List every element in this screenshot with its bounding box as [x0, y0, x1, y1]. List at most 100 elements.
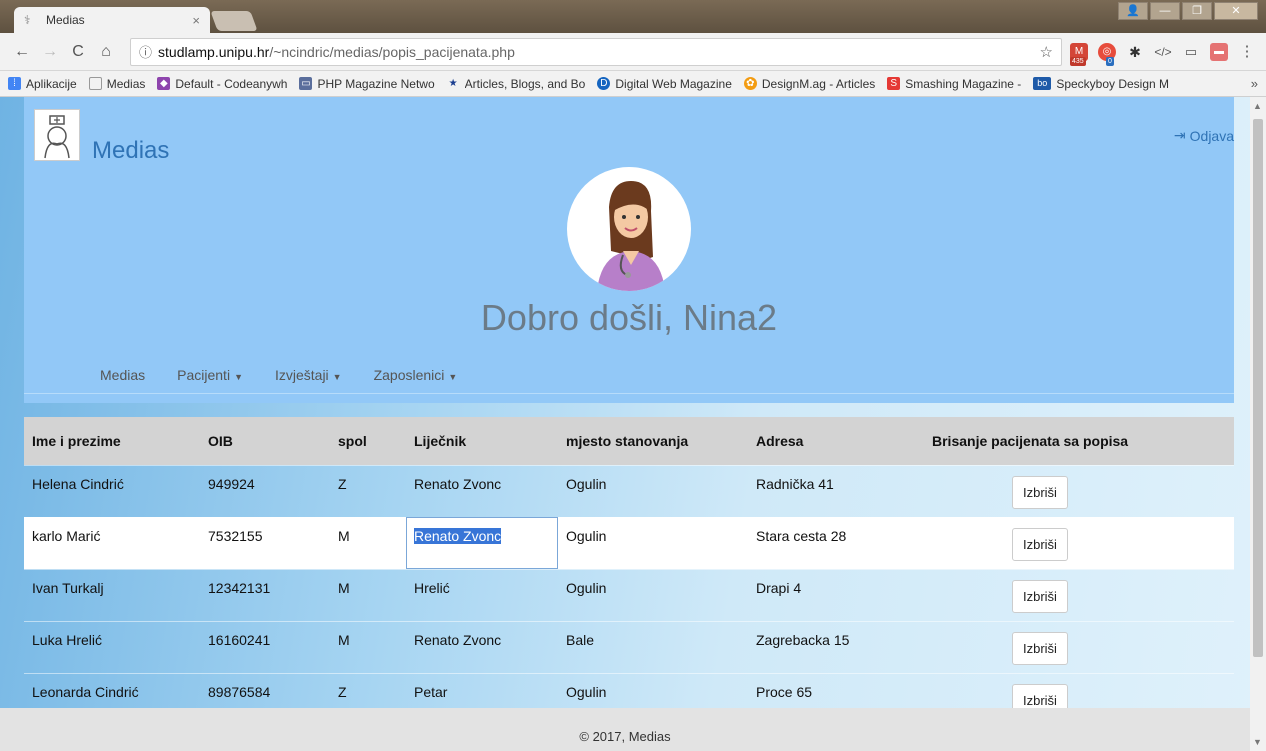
bookmark-articles[interactable]: ★ Articles, Blogs, and Bo	[447, 77, 586, 91]
col-adresa: Adresa	[748, 417, 924, 465]
cell-delete: Izbriši	[924, 464, 1234, 517]
bookmark-php-magazine[interactable]: ▭ PHP Magazine Netwo	[299, 77, 435, 91]
logout-link[interactable]: ⇥ Odjava	[1174, 127, 1234, 144]
pdf-extension-icon[interactable]: ▬	[1210, 42, 1228, 61]
header-divider	[24, 393, 1234, 394]
nav-medias[interactable]: Medias	[100, 367, 145, 383]
cell-spol[interactable]: M	[330, 568, 406, 621]
bookmark-digital-web[interactable]: D Digital Web Magazine	[597, 77, 732, 91]
site-header: Medias ⇥ Odjava Dobro došli, Nina2 Media…	[24, 97, 1234, 403]
page-footer: © 2017, Medias	[0, 708, 1250, 751]
bookmark-codeanywhere[interactable]: ◆ Default - Codeanywh	[157, 77, 287, 91]
cell-delete: Izbriši	[924, 516, 1234, 569]
cell-lijecnik[interactable]: Renato Zvonc	[406, 464, 558, 517]
star-icon: ★	[448, 78, 458, 89]
cell-name[interactable]: Luka Hrelić	[24, 620, 200, 673]
nurse-favicon-icon: ⚕	[24, 13, 31, 27]
page-scrollbar[interactable]: ▲ ▼	[1250, 97, 1266, 751]
php-icon: ▭	[299, 77, 313, 90]
cell-adresa[interactable]: Drapi 4	[748, 568, 924, 621]
caret-down-icon: ▼	[332, 372, 342, 382]
gmail-extension-icon[interactable]: M 435	[1070, 42, 1088, 66]
cell-oib[interactable]: 12342131	[200, 568, 330, 621]
tab-title: Medias	[46, 13, 85, 27]
browser-tab[interactable]: ⚕ Medias ×	[14, 7, 210, 33]
forward-icon[interactable]: →	[38, 43, 62, 61]
minimize-icon[interactable]: —	[1150, 2, 1180, 20]
cell-spol[interactable]: Z	[330, 464, 406, 517]
cell-mjesto[interactable]: Ogulin	[558, 464, 748, 517]
cell-adresa[interactable]: Radnička 41	[748, 464, 924, 517]
cell-lijecnik[interactable]: Renato Zvonc	[406, 620, 558, 673]
bookmark-speckyboy[interactable]: bo Speckyboy Design M	[1033, 77, 1169, 91]
bookmarks-bar: ⁞ Aplikacije Medias ◆ Default - Codeanywh …	[0, 71, 1266, 97]
cell-spol[interactable]: M	[330, 620, 406, 673]
table-row: Helena Cindrić 949924 Z Renato Zvonc Ogu…	[24, 464, 1234, 517]
smashing-icon: S	[887, 77, 901, 90]
bookmark-medias[interactable]: Medias	[88, 77, 145, 91]
bookmark-aplikacije[interactable]: ⁞ Aplikacije	[8, 77, 77, 91]
cell-oib[interactable]: 7532155	[200, 516, 330, 569]
flower-icon: ✿	[743, 77, 757, 90]
logout-icon: ⇥	[1173, 127, 1186, 143]
url-path: /~ncindric/medias/popis_pacijenata.php	[269, 43, 515, 60]
col-oib: OIB	[200, 417, 330, 465]
nav-izvjestaji[interactable]: Izvještaji ▼	[275, 367, 342, 383]
site-brand[interactable]: Medias	[92, 137, 169, 165]
ext-target-icon[interactable]: ◎ 0	[1098, 42, 1116, 66]
bookmark-star-icon[interactable]: ☆	[1040, 43, 1053, 61]
caret-down-icon: ▼	[234, 372, 243, 382]
back-icon[interactable]: ←	[10, 43, 34, 61]
page-icon	[88, 77, 102, 90]
bookmarks-more-icon[interactable]: »	[1251, 76, 1258, 91]
cell-adresa[interactable]: Stara cesta 28	[748, 516, 924, 569]
delete-button[interactable]: Izbriši	[1012, 631, 1068, 665]
scrollbar-thumb[interactable]	[1253, 119, 1263, 657]
main-nav: Medias Pacijenti ▼ Izvještaji ▼ Zaposlenic…	[100, 367, 457, 383]
menu-icon[interactable]: ⋮	[1238, 43, 1256, 61]
scroll-up-icon[interactable]: ▲	[1253, 101, 1262, 111]
code-extension-icon[interactable]: </>	[1154, 43, 1172, 61]
cell-lijecnik[interactable]: Hrelić	[406, 568, 558, 621]
cell-name[interactable]: karlo Marić	[24, 516, 200, 569]
settings-extension-icon[interactable]: ✱	[1126, 43, 1144, 61]
profile-icon[interactable]: 👤	[1118, 2, 1148, 20]
nav-pacijenti[interactable]: Pacijenti ▼	[177, 367, 243, 383]
ext-badge: 0	[1106, 56, 1114, 66]
caret-down-icon: ▼	[448, 372, 458, 382]
bookmark-designmag[interactable]: ✿ DesignM.ag - Articles	[743, 77, 875, 91]
cell-mjesto[interactable]: Bale	[558, 620, 748, 673]
close-window-icon[interactable]: ✕	[1214, 2, 1258, 20]
cell-name[interactable]: Helena Cindrić	[24, 464, 200, 517]
cell-name[interactable]: Ivan Turkalj	[24, 568, 200, 621]
table-row: Ivan Turkalj 12342131 M Hrelić Ogulin Dr…	[24, 568, 1234, 621]
scroll-down-icon[interactable]: ▼	[1253, 737, 1262, 747]
info-icon[interactable]: ⓘ	[139, 42, 152, 61]
cell-spol[interactable]: M	[330, 516, 406, 569]
page-viewport: Medias ⇥ Odjava Dobro došli, Nina2 Media…	[0, 97, 1250, 751]
cell-mjesto[interactable]: Ogulin	[558, 516, 748, 569]
cell-oib[interactable]: 949924	[200, 464, 330, 517]
maximize-icon[interactable]: ❐	[1182, 2, 1212, 20]
col-brisanje: Brisanje pacijenata sa popisa	[924, 417, 1234, 465]
browser-titlebar: ⚕ Medias × 👤 — ❐ ✕	[0, 0, 1266, 33]
cast-extension-icon[interactable]: ▭	[1182, 43, 1200, 61]
delete-button[interactable]: Izbriši	[1012, 579, 1068, 613]
cell-oib[interactable]: 16160241	[200, 620, 330, 673]
delete-button[interactable]: Izbriši	[1012, 475, 1068, 509]
bo-icon: bo	[1033, 77, 1052, 90]
reload-icon[interactable]: C	[66, 43, 90, 61]
cell-lijecnik[interactable]: Renato Zvonc	[406, 516, 558, 569]
cell-adresa[interactable]: Zagrebacka 15	[748, 620, 924, 673]
nav-zaposlenici[interactable]: Zaposlenici ▼	[374, 367, 458, 383]
home-icon[interactable]: ⌂	[94, 43, 118, 61]
cell-mjesto[interactable]: Ogulin	[558, 568, 748, 621]
user-avatar	[567, 167, 691, 291]
nurse-logo[interactable]	[34, 109, 80, 161]
tab-close-icon[interactable]: ×	[192, 13, 200, 28]
cell-delete: Izbriši	[924, 620, 1234, 673]
delete-button[interactable]: Izbriši	[1012, 527, 1068, 561]
bookmark-smashing[interactable]: S Smashing Magazine -	[887, 77, 1021, 91]
new-tab-button[interactable]	[210, 11, 258, 31]
url-input[interactable]: ⓘ studlamp.unipu.hr /~ncindric/medias/po…	[130, 37, 1062, 66]
